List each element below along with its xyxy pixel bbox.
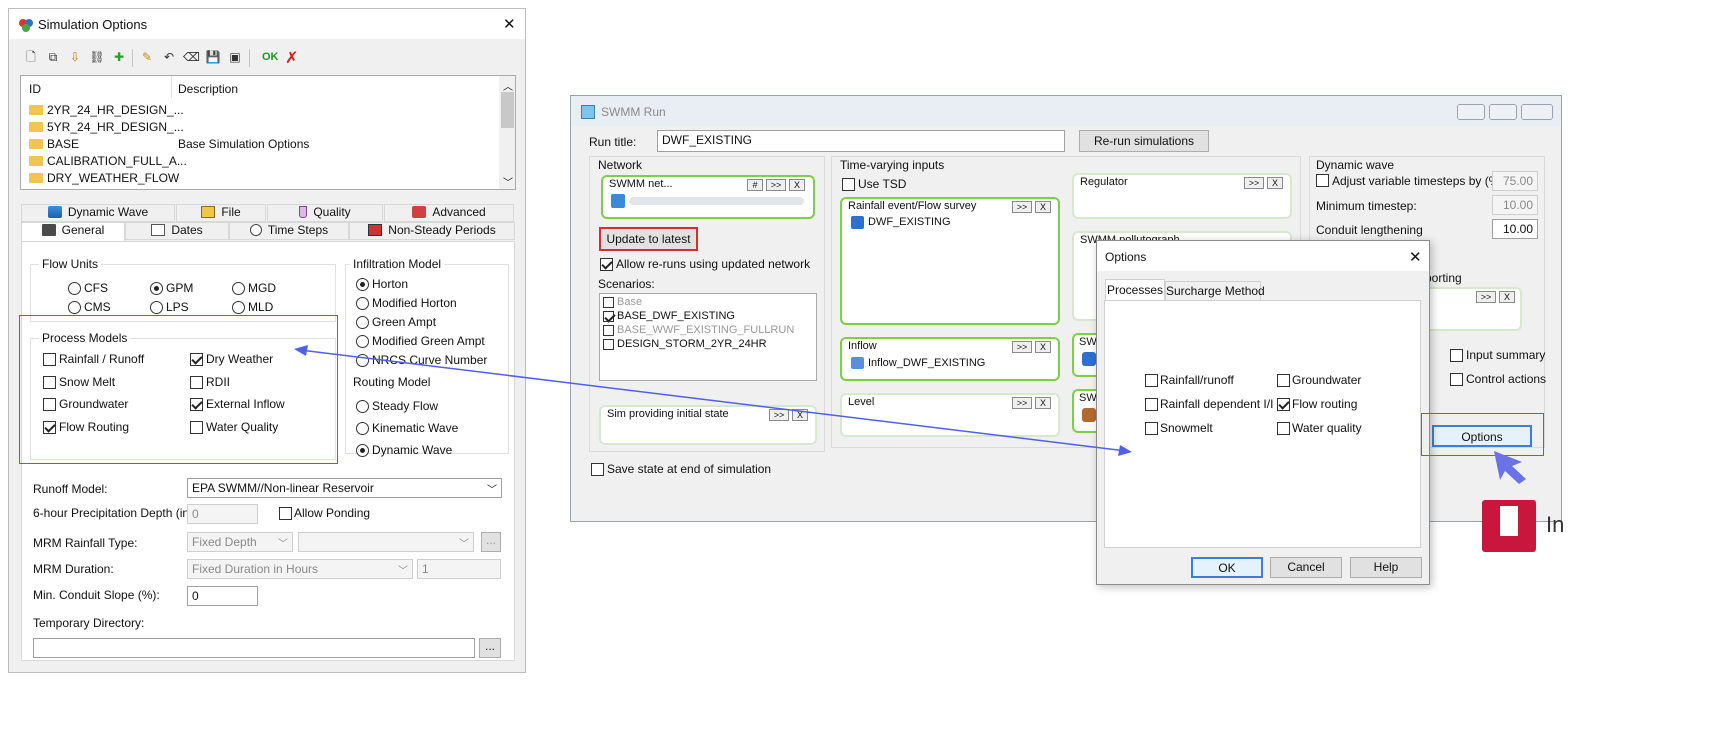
cursor-arrow-icon <box>1494 451 1526 484</box>
annotation-arrow <box>294 345 1526 484</box>
